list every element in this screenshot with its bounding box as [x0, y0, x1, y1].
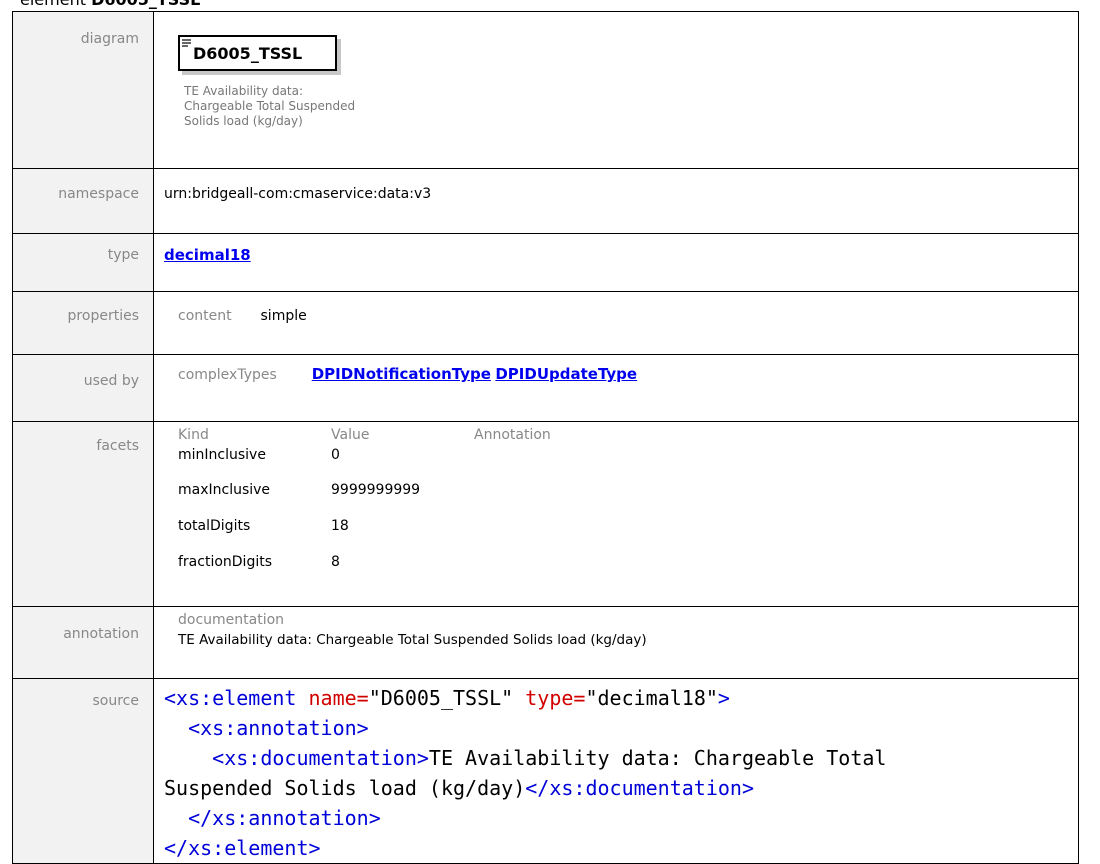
- page-title: element D6005_TSSL: [20, 0, 200, 11]
- doc-line: Solids load (kg/day): [184, 114, 303, 128]
- label-diagram: diagram: [12, 11, 154, 169]
- property-value: simple: [260, 308, 307, 324]
- type-cell: decimal18: [153, 233, 1079, 292]
- page-title-prefix: element: [20, 0, 91, 9]
- row-used-by: used by complexTypes DPIDNotificationTyp…: [12, 354, 1079, 422]
- property-key: content: [178, 308, 232, 324]
- label-annotation: annotation: [12, 606, 154, 679]
- element-doc-table: diagram D6005_TSSL TE Availability data:…: [12, 11, 1079, 864]
- row-facets: facets Kind Value Annotation minInclusiv…: [12, 421, 1079, 607]
- facet-row-kind: fractionDigits: [178, 554, 273, 570]
- doc-line: Chargeable Total Suspended: [184, 99, 356, 113]
- source-cell: <xs:element name="D6005_TSSL" type="deci…: [153, 678, 1079, 864]
- annotation-doc-label: documentation: [178, 612, 285, 628]
- facet-row-value: 18: [331, 518, 349, 534]
- facet-row-value: 9999999999: [331, 482, 421, 498]
- element-lines-icon: [182, 39, 191, 47]
- used-by-link-notification[interactable]: DPIDNotificationType: [312, 365, 491, 383]
- row-namespace: namespace urn:bridgeall-com:cmaservice:d…: [12, 168, 1079, 234]
- row-type: type decimal18: [12, 233, 1079, 292]
- namespace-cell: urn:bridgeall-com:cmaservice:data:v3: [153, 168, 1079, 234]
- facet-row-kind: minInclusive: [178, 447, 266, 463]
- label-facets: facets: [12, 421, 154, 607]
- row-diagram: diagram D6005_TSSL TE Availability data:…: [12, 11, 1079, 169]
- element-box-documentation: TE Availability data: Chargeable Total S…: [184, 84, 444, 129]
- row-source: source <xs:element name="D6005_TSSL" typ…: [12, 678, 1079, 864]
- facet-row-value: 0: [331, 447, 340, 463]
- used-by-cell: complexTypes DPIDNotificationType DPIDUp…: [153, 354, 1079, 422]
- diagram: D6005_TSSL TE Availability data: Chargea…: [154, 12, 1078, 151]
- facets-header-annotation: Annotation: [474, 427, 551, 443]
- element-box-name: D6005_TSSL: [193, 44, 303, 63]
- annotation-cell: documentation TE Availability data: Char…: [153, 606, 1079, 679]
- page-title-element-name: D6005_TSSL: [91, 0, 200, 9]
- facet-row-kind: maxInclusive: [178, 482, 271, 498]
- row-annotation: annotation documentation TE Availability…: [12, 606, 1079, 679]
- label-properties: properties: [12, 291, 154, 355]
- label-type: type: [12, 233, 154, 292]
- properties-cell: content simple: [153, 291, 1079, 355]
- diagram-cell: D6005_TSSL TE Availability data: Chargea…: [153, 11, 1079, 169]
- type-link[interactable]: decimal18: [164, 246, 251, 264]
- doc-line: TE Availability data:: [184, 84, 304, 98]
- facet-row-value: 8: [331, 554, 340, 570]
- annotation-doc-text: TE Availability data: Chargeable Total S…: [178, 632, 647, 648]
- label-source: source: [12, 678, 154, 864]
- namespace-value: urn:bridgeall-com:cmaservice:data:v3: [164, 186, 432, 202]
- facets-header-value: Value: [331, 427, 370, 443]
- label-namespace: namespace: [12, 168, 154, 234]
- element-box[interactable]: D6005_TSSL: [178, 35, 337, 71]
- facet-row-kind: totalDigits: [178, 518, 251, 534]
- facets-header-kind: Kind: [178, 427, 209, 443]
- facets-cell: Kind Value Annotation minInclusive 0 max…: [153, 421, 1079, 607]
- label-used-by: used by: [12, 354, 154, 422]
- used-by-kind: complexTypes: [178, 367, 277, 383]
- used-by-link-update[interactable]: DPIDUpdateType: [495, 365, 637, 383]
- source-code: <xs:element name="D6005_TSSL" type="deci…: [164, 686, 887, 860]
- row-properties: properties content simple: [12, 291, 1079, 355]
